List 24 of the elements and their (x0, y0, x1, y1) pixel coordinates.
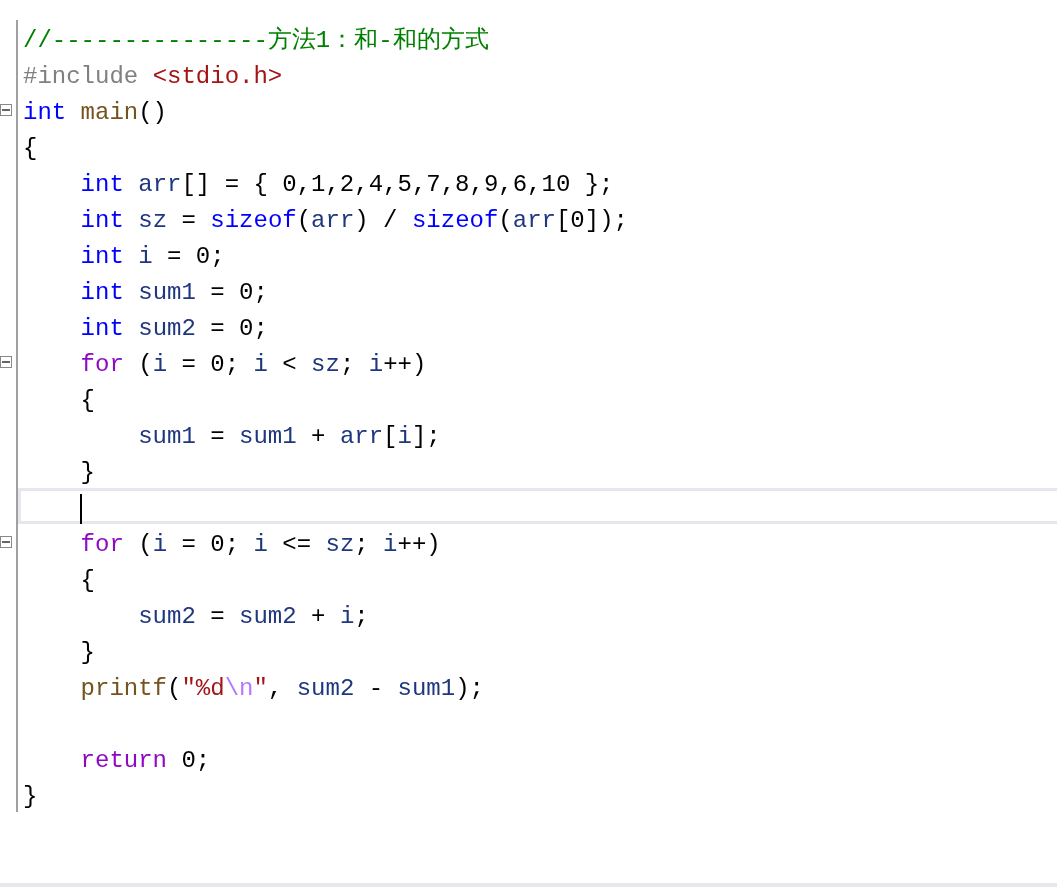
text-cursor (80, 493, 82, 524)
collapse-icon[interactable] (0, 104, 12, 116)
code-line: } (79, 458, 96, 488)
code-line: for (i = 0; i < sz; i++) (79, 350, 428, 380)
collapse-icon[interactable] (0, 536, 12, 548)
code-line: int main() (22, 98, 169, 128)
code-line: sum1 = sum1 + arr[i]; (137, 422, 442, 452)
code-line: int sz = sizeof(arr) / sizeof(arr[0]); (79, 206, 629, 236)
code-line: return 0; (79, 746, 212, 776)
code-line: { (22, 134, 39, 164)
code-line: //---------------方法1：和-和的方式 (22, 25, 490, 56)
code-line: } (22, 782, 39, 812)
code-line: printf("%d\n", sum2 - sum1); (79, 674, 485, 704)
code-line: for (i = 0; i <= sz; i++) (79, 530, 442, 560)
code-line: int sum1 = 0; (79, 278, 269, 308)
code-line: int i = 0; (79, 242, 226, 272)
code-line: sum2 = sum2 + i; (137, 602, 370, 632)
code-line: { (79, 386, 96, 416)
code-line: int arr[] = { 0,1,2,4,5,7,8,9,6,10 }; (79, 170, 615, 200)
code-line: #include <stdio.h> (22, 62, 284, 92)
code-line: int sum2 = 0; (79, 314, 269, 344)
code-line: } (79, 638, 96, 668)
collapse-icon[interactable] (0, 356, 12, 368)
code-line: { (79, 566, 96, 596)
